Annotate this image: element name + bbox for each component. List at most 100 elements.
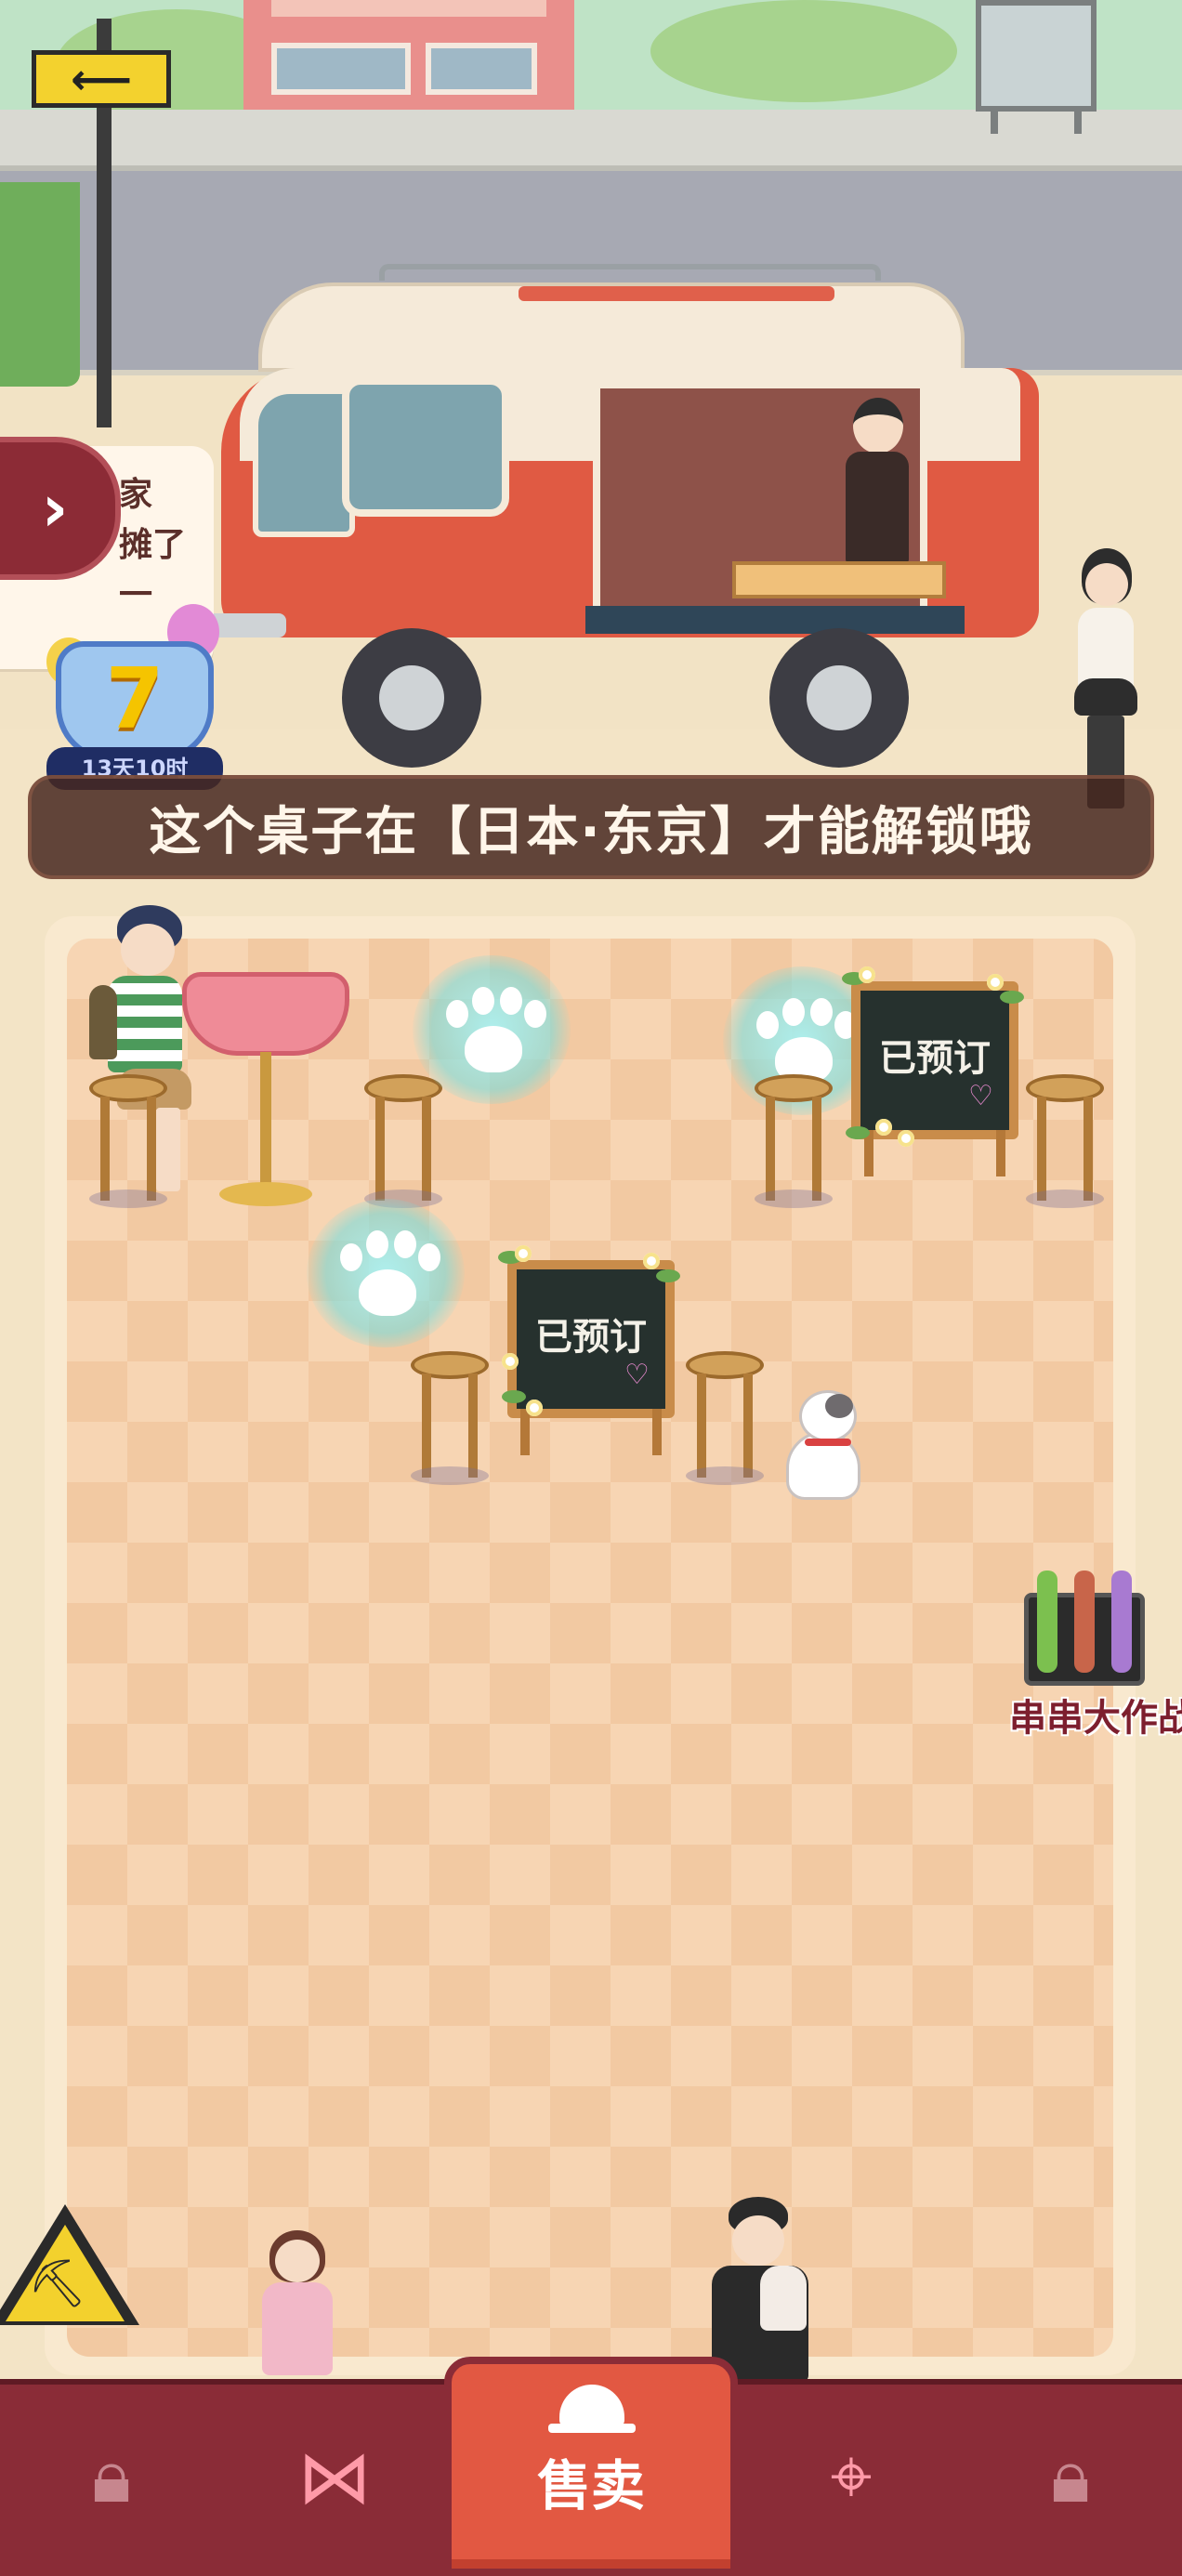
board-leg <box>996 1130 1005 1176</box>
stool-leg <box>1084 1097 1093 1201</box>
level-number: 7 <box>105 651 164 748</box>
flower <box>502 1353 519 1370</box>
cat-character[interactable] <box>777 1390 870 1505</box>
side-info-text: 家 摊了一 <box>119 470 212 621</box>
paw-toe <box>810 998 833 1026</box>
hill <box>650 0 957 102</box>
flower <box>643 1253 660 1269</box>
paw-toe <box>394 1230 416 1258</box>
reserved-label: 已预订 <box>535 1316 647 1359</box>
stool-leg <box>375 1097 385 1201</box>
chef-head <box>853 398 903 453</box>
food-truck[interactable] <box>203 264 1039 768</box>
head <box>275 2240 320 2282</box>
expand-panel-button[interactable]: › <box>0 437 121 580</box>
paw-toe <box>366 1230 388 1258</box>
skewer <box>1037 1571 1057 1673</box>
stool-shadow <box>89 1189 167 1208</box>
stool[interactable] <box>1026 1074 1104 1208</box>
nav-decor[interactable]: ⋈ <box>260 2407 409 2546</box>
paw-pad <box>359 1269 416 1316</box>
sell-label: 售卖 <box>536 2454 645 2517</box>
table-base <box>219 1182 312 1206</box>
stool[interactable] <box>686 1351 764 1485</box>
flower <box>898 1130 914 1147</box>
chef-apron <box>846 452 909 563</box>
scarf <box>760 2266 807 2331</box>
upper-sidewalk <box>0 110 1182 171</box>
stool-leg <box>468 1373 478 1478</box>
paw-print-icon[interactable] <box>413 955 571 1104</box>
leaf <box>1000 991 1024 1004</box>
level-badge[interactable]: 7 13天10时 <box>46 604 223 790</box>
nav-lock-right[interactable]: 🔒︎ <box>996 2407 1145 2546</box>
sell-button[interactable]: 售卖 <box>444 2357 738 2576</box>
background-shop <box>243 0 574 119</box>
arrow-left-icon: ⟵ <box>32 50 171 108</box>
round-table[interactable] <box>182 972 349 1206</box>
board-leg <box>520 1409 530 1455</box>
paw-toe <box>782 998 805 1026</box>
stool-shadow <box>686 1466 764 1485</box>
lock-icon: 🔒︎ <box>1050 2433 1091 2519</box>
stool-leg <box>147 1097 156 1201</box>
backpack <box>89 985 117 1059</box>
bell-icon <box>559 2385 624 2425</box>
shop-window <box>426 43 537 95</box>
pedestrian-man-cap[interactable] <box>704 2197 816 2383</box>
truck-counter <box>585 606 965 634</box>
windshield <box>253 388 355 537</box>
stool-leg <box>422 1097 431 1201</box>
head <box>1085 563 1128 606</box>
nav-lock-left[interactable]: 🔒︎ <box>37 2407 186 2546</box>
flower <box>515 1245 532 1262</box>
paw-pad <box>465 1026 522 1072</box>
paw-toe <box>500 987 522 1015</box>
pedestrian-girl-pink[interactable] <box>251 2230 344 2379</box>
skewer-event-button[interactable]: 串串大作战 <box>1009 1571 1182 1740</box>
bow-icon: ⋈ <box>297 2433 372 2520</box>
chef-character[interactable] <box>842 398 911 565</box>
bell-base <box>548 2424 636 2433</box>
stool-shadow <box>755 1189 833 1208</box>
roof-rack <box>379 264 881 281</box>
shop-window <box>271 43 411 95</box>
paw-print-icon[interactable] <box>307 1199 465 1347</box>
paw-toe <box>446 1000 468 1028</box>
reserved-label: 已预订 <box>879 1037 991 1080</box>
roof-stripe <box>519 286 834 301</box>
cat-collar <box>805 1439 851 1446</box>
skirt <box>1074 678 1137 716</box>
board-leg <box>652 1409 662 1455</box>
skewer-event-label: 串串大作战 <box>1009 1697 1182 1740</box>
stool[interactable] <box>411 1351 489 1485</box>
shovel-icon: ⛏ <box>28 2256 87 2310</box>
paw-toe <box>472 987 494 1015</box>
stool-leg <box>100 1097 110 1201</box>
leaf <box>846 1126 870 1139</box>
truck-wheel <box>342 628 481 768</box>
flower <box>526 1400 543 1416</box>
reserved-table-board[interactable]: 已预订 ♡ <box>842 963 1028 1176</box>
flower <box>875 1119 892 1136</box>
lock-icon: 🔒︎ <box>91 2433 132 2519</box>
skewer <box>1074 1571 1095 1673</box>
construction-sign[interactable]: ⛏ <box>0 2204 139 2334</box>
stool-leg <box>743 1373 753 1478</box>
flower <box>859 966 875 983</box>
stool-leg <box>697 1373 706 1478</box>
paw-toe <box>418 1243 440 1271</box>
skewer <box>1111 1571 1132 1673</box>
side-window <box>342 377 509 517</box>
unlock-notice-text: 这个桌子在【日本·东京】才能解锁哦 <box>149 801 1033 862</box>
reserved-table-board[interactable]: 已预订 ♡ <box>498 1242 684 1455</box>
stool-leg <box>766 1097 775 1201</box>
chevron-right-icon: › <box>41 470 69 546</box>
stool[interactable] <box>89 1074 167 1208</box>
head <box>732 2215 784 2266</box>
sign-leg <box>1074 106 1082 134</box>
heart-icon: ♡ <box>624 1359 650 1391</box>
nav-map[interactable]: ⌖ <box>777 2407 926 2546</box>
stool[interactable] <box>755 1074 833 1208</box>
map-pin-icon: ⌖ <box>830 2433 873 2519</box>
